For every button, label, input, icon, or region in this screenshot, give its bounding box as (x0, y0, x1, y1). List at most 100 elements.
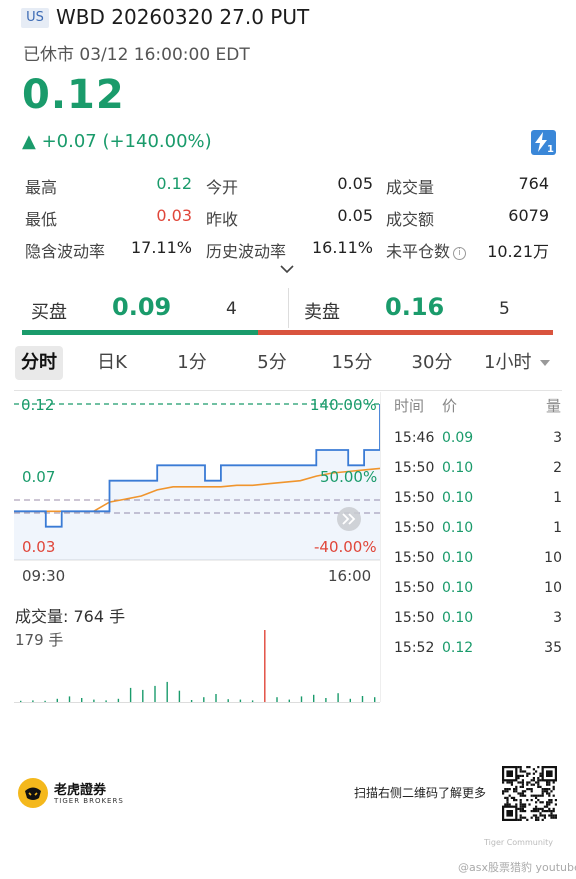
trade-row: 15:50 0.10 2 (394, 460, 562, 490)
trade-time: 15:50 (394, 550, 435, 566)
volume-bar (215, 694, 217, 702)
ask-strength-bar (258, 330, 553, 335)
trade-time: 15:50 (394, 460, 435, 476)
trade-qty: 1 (553, 490, 562, 506)
volume-bar (154, 685, 156, 702)
bid-strength-bar (22, 330, 258, 335)
trade-price: 0.10 (442, 490, 474, 506)
trade-qty: 35 (544, 640, 562, 656)
brand-name-cn: 老虎證券 (54, 783, 107, 798)
tab-30min[interactable]: 30分 (407, 346, 457, 380)
trade-time: 15:46 (394, 430, 435, 446)
trade-time: 15:50 (394, 490, 435, 506)
tab-1min[interactable]: 1分 (168, 346, 216, 380)
trade-row: 15:50 0.10 1 (394, 490, 562, 520)
pct-bottom-label: -40.00% (314, 538, 377, 556)
trades-header-price: 价 (442, 397, 458, 415)
caret-down-icon[interactable] (540, 360, 550, 366)
high-value: 0.12 (156, 174, 192, 193)
pct-top-label: 140.00% (310, 396, 377, 414)
bid-label: 买盘 (31, 302, 67, 323)
last-price: 0.12 (22, 72, 125, 118)
trade-qty: 10 (544, 550, 562, 566)
y-axis-top-label: 0.12 (21, 396, 55, 414)
qr-promo-text: 扫描右侧二维码了解更多 (354, 786, 487, 800)
info-icon[interactable]: i (453, 247, 467, 260)
bid-qty: 4 (226, 299, 237, 319)
tab-daily-k[interactable]: 日K (88, 346, 136, 380)
prev-close-label: 昨收 (206, 210, 239, 229)
market-status: 已休市 03/12 16:00:00 EDT (23, 45, 250, 65)
volume-value: 764 (518, 174, 549, 193)
trade-qty: 3 (553, 610, 562, 626)
contract-title: WBD 20260320 27.0 PUT (56, 5, 310, 29)
iv-value: 17.11% (130, 238, 192, 257)
volume-bar (178, 690, 181, 702)
low-value: 0.03 (156, 206, 192, 225)
trade-row: 15:46 0.09 3 (394, 430, 562, 460)
pct-mid-label: 50.00% (320, 468, 378, 486)
trade-price: 0.12 (442, 640, 474, 656)
ask-price: 0.16 (385, 293, 445, 321)
trade-row: 15:50 0.10 1 (394, 520, 562, 550)
volume-bar (129, 687, 132, 702)
trades-header-qty: 量 (546, 397, 562, 415)
ask-label: 卖盘 (304, 302, 340, 323)
flash-icon[interactable]: 1 (531, 130, 556, 155)
trade-qty: 2 (553, 460, 562, 476)
watermark-community: Tiger Community (484, 838, 553, 847)
prev-close-value: 0.05 (337, 206, 373, 225)
tab-intraday[interactable]: 分时 (15, 346, 63, 380)
tabs-separator (14, 390, 562, 391)
trade-time: 15:52 (394, 640, 435, 656)
lightning-icon (535, 132, 547, 152)
time-end-label: 16:00 (328, 567, 372, 585)
trade-qty: 10 (544, 580, 562, 596)
tab-1hour[interactable]: 1小时 (484, 346, 540, 380)
trade-price: 0.10 (442, 580, 474, 596)
y-axis-mid-label: 0.07 (22, 468, 56, 486)
trade-price: 0.10 (442, 550, 474, 566)
time-start-label: 09:30 (22, 567, 66, 585)
tab-15min[interactable]: 15分 (327, 346, 377, 380)
oi-label-group: 未平仓数 i (386, 238, 467, 262)
volume-bar (264, 630, 266, 702)
volume-total-label: 成交量: 764 手 (15, 607, 126, 626)
volume-baseline (14, 702, 380, 703)
trade-row: 15:52 0.12 35 (394, 640, 562, 670)
oi-label: 未平仓数 (386, 242, 451, 261)
hv-value: 16.11% (311, 238, 373, 257)
low-label: 最低 (25, 210, 58, 229)
hv-label: 历史波动率 (206, 242, 287, 261)
ask-qty: 5 (499, 299, 510, 319)
trade-row: 15:50 0.10 10 (394, 550, 562, 580)
orderbook-divider (288, 288, 289, 328)
qr-code-icon[interactable] (502, 766, 557, 821)
market-badge: US (21, 8, 49, 28)
tab-5min[interactable]: 5分 (248, 346, 296, 380)
volume-chart[interactable] (14, 630, 380, 702)
open-value: 0.05 (337, 174, 373, 193)
y-axis-bottom-label: 0.03 (22, 538, 56, 556)
trade-time: 15:50 (394, 520, 435, 536)
tiger-logo-icon (18, 778, 48, 808)
turnover-label: 成交额 (386, 210, 435, 229)
volume-bar (142, 689, 144, 702)
turnover-value: 6079 (508, 206, 549, 225)
trade-qty: 3 (553, 430, 562, 446)
trade-price: 0.10 (442, 610, 474, 626)
iv-label: 隐含波动率 (25, 242, 106, 261)
volume-bar (313, 694, 315, 702)
oi-value: 10.21万 (487, 242, 549, 261)
bid-price: 0.09 (112, 293, 172, 321)
trades-header-time: 时间 (394, 397, 425, 415)
volume-bar (337, 693, 339, 702)
brand-name-en: TIGER BROKERS (54, 797, 124, 805)
trade-qty: 1 (553, 520, 562, 536)
volume-bar (166, 681, 168, 702)
open-label: 今开 (206, 178, 239, 197)
chart-trades-separator (380, 392, 381, 702)
watermark-channel: @asx股票猎豹 youtube (458, 861, 576, 874)
flash-badge: 1 (547, 144, 554, 155)
chevron-down-icon[interactable] (279, 264, 295, 274)
